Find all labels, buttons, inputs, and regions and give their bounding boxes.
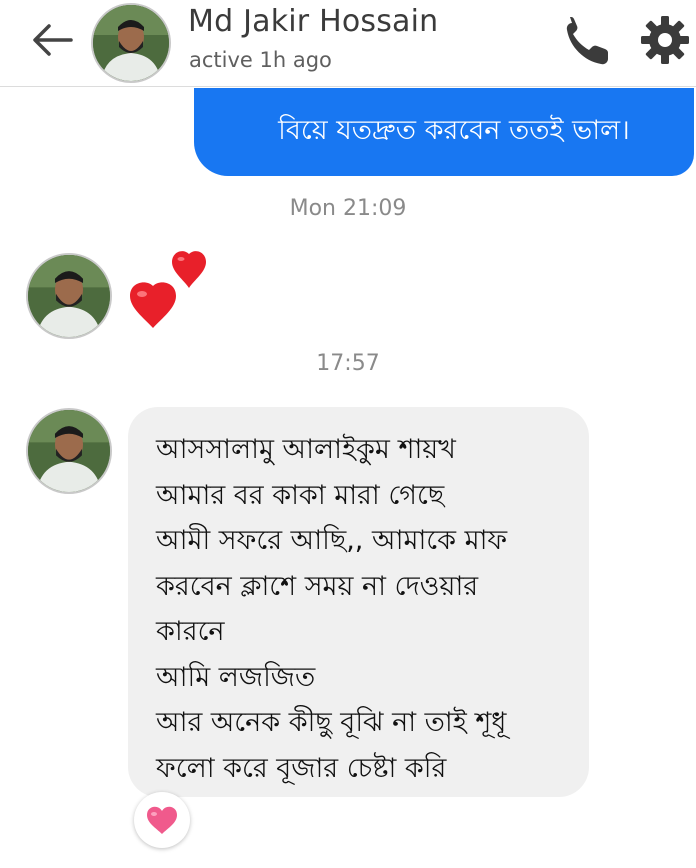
phone-icon (566, 17, 608, 65)
contact-avatar[interactable] (91, 3, 171, 83)
arrow-left-icon (33, 24, 73, 56)
message-line: করবেন ক্লাশে সময় না দেওয়ার (156, 570, 479, 602)
timestamp: 17:57 (316, 351, 380, 376)
back-button[interactable] (28, 20, 76, 60)
call-button[interactable] (560, 14, 614, 66)
message-line: আমার বর কাকা মারা গেছে (156, 479, 445, 511)
outgoing-message-text: বিয়ে যতদ্রুত করবেন ততই ভাল। (278, 114, 630, 146)
contact-name: Md Jakir Hossain (188, 4, 439, 39)
avatar-photo (28, 410, 110, 492)
gear-icon (641, 16, 689, 64)
chat-header: Md Jakir Hossain active 1h ago (0, 0, 696, 87)
message-line: আমি লজজিত (156, 661, 316, 693)
incoming-message[interactable]: আসসালামু আলাইকুম শায়খ আমার বর কাকা মারা… (128, 407, 589, 797)
message-line: ফলো করে বূজার চেষ্টা করি (156, 752, 447, 784)
message-line: আমী সফরে আছি,, আমাকে মাফ (156, 525, 508, 556)
settings-button[interactable] (638, 14, 692, 66)
pink-heart-icon (147, 806, 177, 834)
avatar-photo (93, 5, 169, 81)
message-line: কারনে (156, 616, 225, 647)
message-line: আসসালামু আলাইকুম শায়খ (156, 434, 456, 465)
sender-avatar[interactable] (26, 253, 112, 339)
two-hearts-icon (130, 251, 206, 328)
two-hearts-emoji-message[interactable] (126, 248, 212, 334)
timestamp: Mon 21:09 (289, 196, 407, 221)
active-status: active 1h ago (189, 48, 332, 72)
outgoing-message[interactable]: বিয়ে যতদ্রুত করবেন ততই ভাল। (194, 88, 694, 176)
avatar-photo (28, 255, 110, 337)
message-line: আর অনেক কীছু বূঝি না তাই শূধূ (156, 707, 507, 738)
sender-avatar[interactable] (26, 408, 112, 494)
heart-reaction[interactable] (134, 792, 190, 848)
